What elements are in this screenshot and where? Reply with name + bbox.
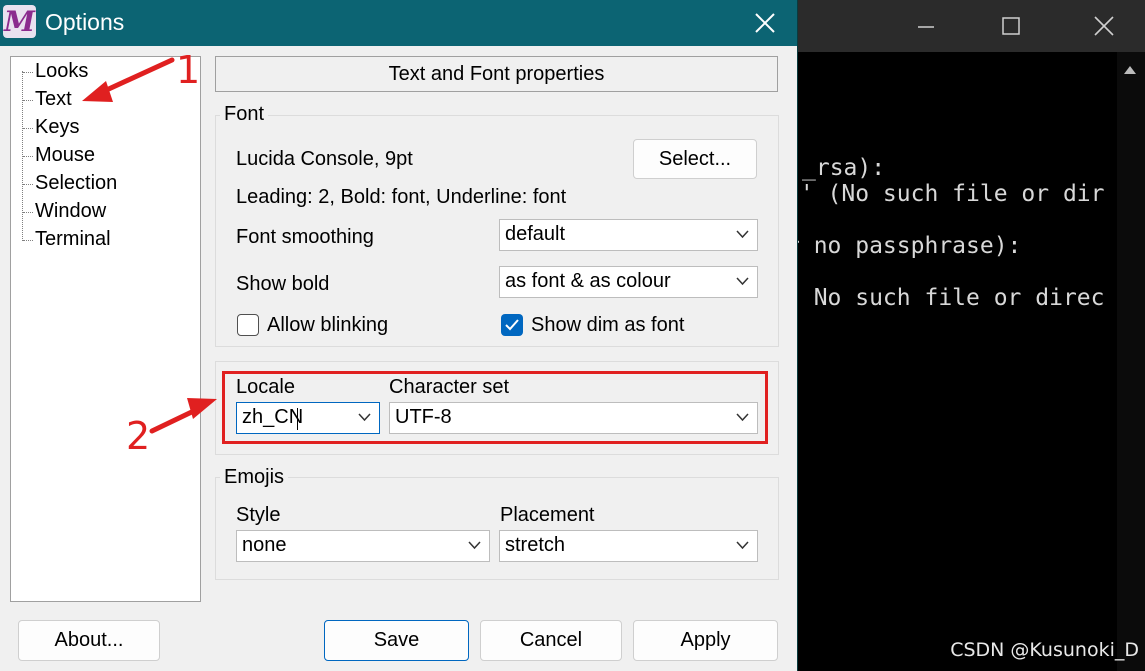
annotation-number-2: 2 (126, 414, 151, 458)
annotation-number-1: 1 (176, 48, 201, 92)
annotation-arrow-1-head (82, 81, 113, 102)
annotation-overlay (82, 57, 217, 434)
annotation-arrow-1 (97, 57, 175, 96)
annotation-arrow-2-head (187, 398, 217, 419)
